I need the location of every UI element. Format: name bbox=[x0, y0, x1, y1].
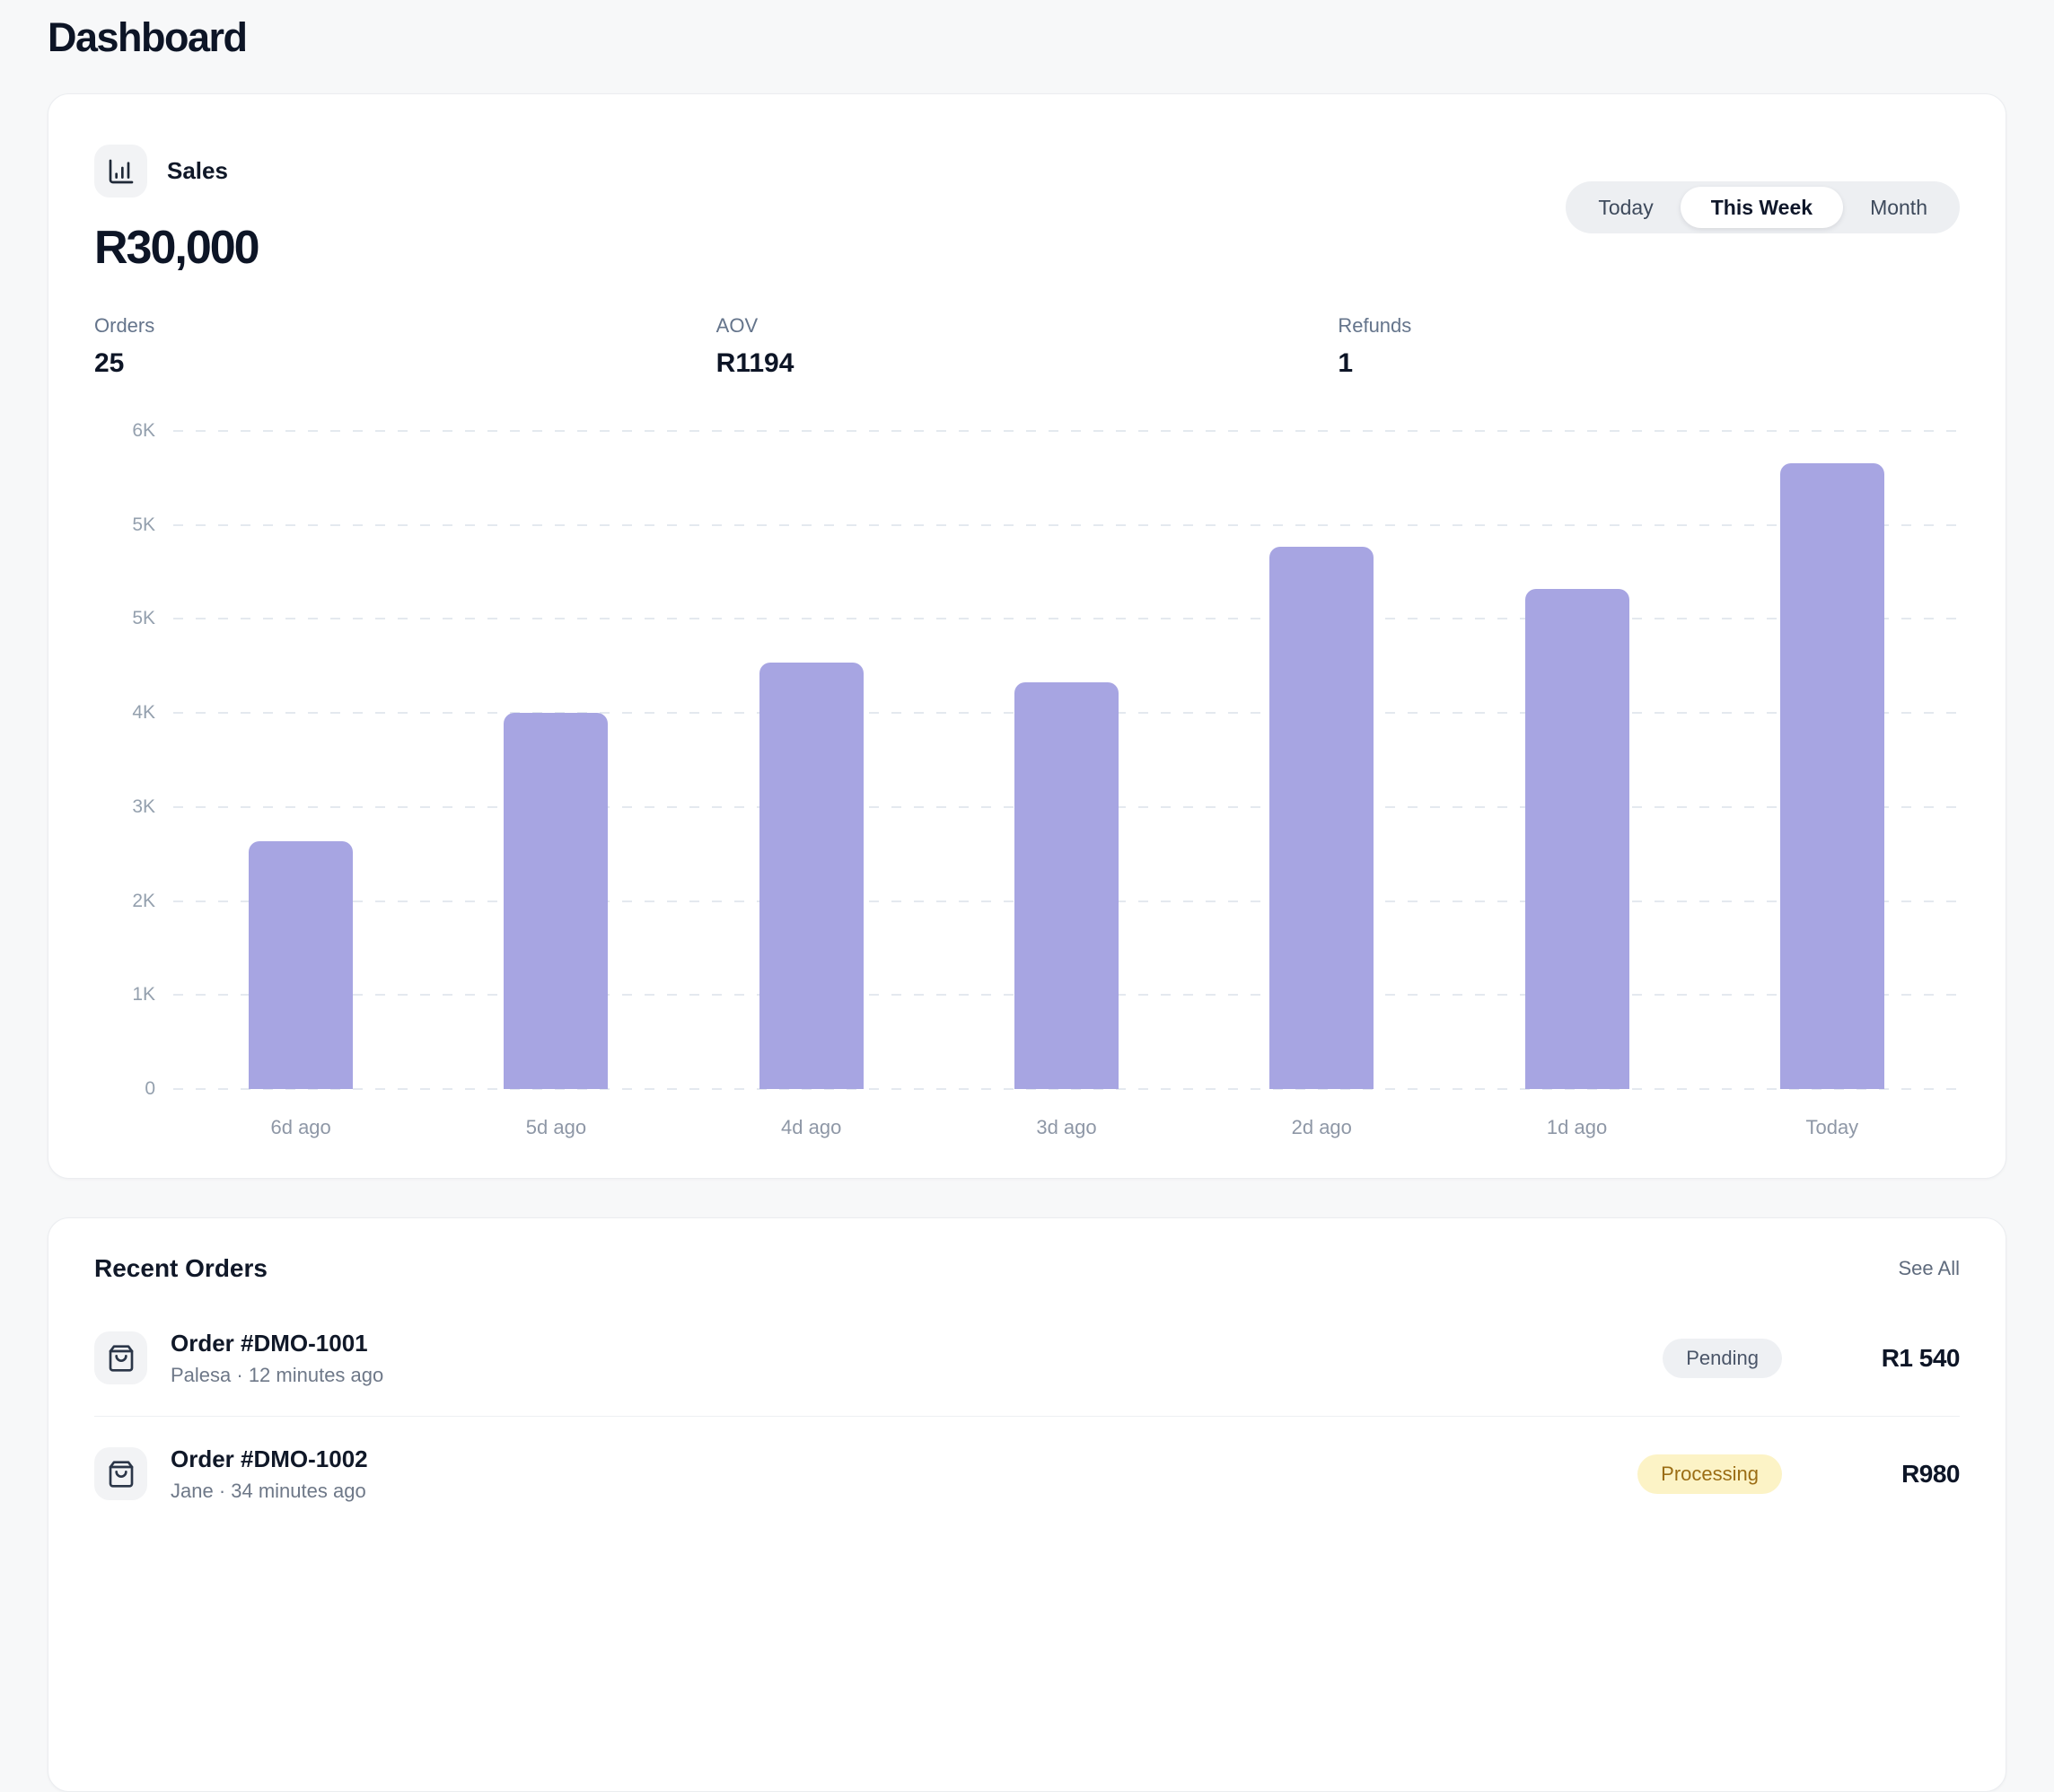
bar-2d-ago bbox=[1269, 547, 1374, 1089]
metric-value: R1194 bbox=[716, 348, 1339, 379]
x-tick-label: 5d ago bbox=[428, 1116, 683, 1139]
bar-5d-ago bbox=[504, 713, 608, 1089]
y-tick-label: 1K bbox=[132, 984, 155, 1006]
order-text: Order #DMO-1001 Palesa · 12 minutes ago bbox=[171, 1330, 383, 1386]
x-tick-label: 2d ago bbox=[1194, 1116, 1449, 1139]
bar-column bbox=[428, 431, 683, 1089]
metric-value: 25 bbox=[94, 348, 716, 379]
bar-column bbox=[1449, 431, 1704, 1089]
y-tick-label: 4K bbox=[132, 702, 155, 724]
order-status-badge: Pending bbox=[1663, 1339, 1782, 1378]
metric-label: Orders bbox=[94, 314, 716, 338]
x-tick-label: 6d ago bbox=[173, 1116, 428, 1139]
see-all-link[interactable]: See All bbox=[1899, 1257, 1961, 1280]
metric-label: Refunds bbox=[1338, 314, 1960, 338]
metric-refunds: Refunds 1 bbox=[1338, 314, 1960, 379]
order-subtitle: Palesa · 12 minutes ago bbox=[171, 1365, 383, 1386]
shopping-bag-icon bbox=[94, 1331, 147, 1384]
chart-y-axis: 6K5K5K4K3K2K1K0 bbox=[94, 431, 155, 1089]
bars-layer bbox=[173, 431, 1960, 1089]
bar-column bbox=[939, 431, 1194, 1089]
order-text: Order #DMO-1002 Jane · 34 minutes ago bbox=[171, 1445, 368, 1502]
sales-bar-chart: 6K5K5K4K3K2K1K0 6d ago5d ago4d ago3d ago… bbox=[94, 431, 1960, 1139]
x-tick-label: 4d ago bbox=[684, 1116, 939, 1139]
recent-orders-card: Recent Orders See All Order #DMO-1001 Pa… bbox=[48, 1217, 2006, 1792]
bar-today bbox=[1780, 463, 1884, 1089]
x-tick-label: 1d ago bbox=[1449, 1116, 1704, 1139]
bar-column bbox=[1194, 431, 1449, 1089]
metric-orders: Orders 25 bbox=[94, 314, 716, 379]
bar-column bbox=[1705, 431, 1960, 1089]
orders-list: Order #DMO-1001 Palesa · 12 minutes ago … bbox=[94, 1304, 1960, 1532]
chart-x-axis: 6d ago5d ago4d ago3d ago2d ago1d agoToda… bbox=[173, 1116, 1960, 1139]
order-title: Order #DMO-1002 bbox=[171, 1445, 368, 1472]
bar-1d-ago bbox=[1525, 589, 1629, 1089]
order-amount: R980 bbox=[1816, 1460, 1960, 1489]
y-tick-label: 5K bbox=[132, 608, 155, 629]
sales-card-title: Sales bbox=[167, 157, 228, 185]
metric-value: 1 bbox=[1338, 348, 1960, 379]
recent-orders-title: Recent Orders bbox=[94, 1254, 268, 1283]
order-subtitle: Jane · 34 minutes ago bbox=[171, 1480, 368, 1502]
bar-4d-ago bbox=[759, 663, 864, 1089]
range-tabs: TodayThis WeekMonth bbox=[1566, 181, 1960, 233]
order-list-item[interactable]: Order #DMO-1002 Jane · 34 minutes ago Pr… bbox=[94, 1416, 1960, 1532]
sales-metrics: Orders 25AOV R1194 Refunds 1 bbox=[94, 314, 1960, 379]
dashboard-page: Dashboard Sales TodayThis WeekMonth R30,… bbox=[0, 0, 2054, 1792]
bar-column bbox=[684, 431, 939, 1089]
page-title: Dashboard bbox=[48, 14, 2006, 61]
order-title: Order #DMO-1001 bbox=[171, 1330, 383, 1357]
bar-3d-ago bbox=[1014, 682, 1119, 1089]
x-tick-label: 3d ago bbox=[939, 1116, 1194, 1139]
tab-month[interactable]: Month bbox=[1843, 187, 1954, 228]
bar-6d-ago bbox=[249, 841, 353, 1089]
shopping-bag-icon bbox=[94, 1447, 147, 1500]
order-list-item[interactable]: Order #DMO-1001 Palesa · 12 minutes ago … bbox=[94, 1304, 1960, 1416]
y-tick-label: 6K bbox=[132, 420, 155, 442]
x-tick-label: Today bbox=[1705, 1116, 1960, 1139]
metric-aov: AOV R1194 bbox=[716, 314, 1339, 379]
chart-plot-area bbox=[173, 431, 1960, 1089]
bar-column bbox=[173, 431, 428, 1089]
recent-orders-header: Recent Orders See All bbox=[94, 1254, 1960, 1283]
order-status-badge: Processing bbox=[1637, 1454, 1782, 1494]
sales-card: Sales TodayThis WeekMonth R30,000 Orders… bbox=[48, 93, 2006, 1179]
y-tick-label: 3K bbox=[132, 796, 155, 818]
metric-label: AOV bbox=[716, 314, 1339, 338]
order-right-group: Pending R1 540 bbox=[1663, 1339, 1960, 1378]
bar-chart-icon bbox=[94, 145, 147, 198]
tab-this-week[interactable]: This Week bbox=[1681, 187, 1843, 228]
order-right-group: Processing R980 bbox=[1637, 1454, 1960, 1494]
y-tick-label: 2K bbox=[132, 891, 155, 912]
y-tick-label: 0 bbox=[145, 1078, 155, 1100]
y-tick-label: 5K bbox=[132, 514, 155, 536]
order-amount: R1 540 bbox=[1816, 1344, 1960, 1373]
tab-today[interactable]: Today bbox=[1571, 187, 1680, 228]
